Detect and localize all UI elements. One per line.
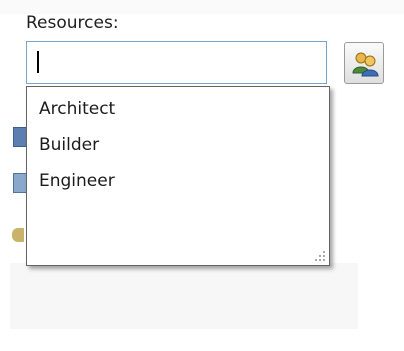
people-lookup-icon [352,52,379,77]
text-caret [37,51,39,73]
background-panel [10,263,358,329]
resources-label: Resources: [26,13,119,33]
resources-panel: Resources: Architect Builder Engineer [0,0,404,351]
person-icon [12,228,24,242]
resize-grip-icon[interactable] [312,248,326,262]
calendar-icon [13,173,27,193]
calendar-icon [13,127,27,147]
dropdown-option-builder[interactable]: Builder [39,134,99,156]
dropdown-option-engineer[interactable]: Engineer [39,170,115,192]
resources-input[interactable] [26,41,327,84]
dropdown-option-architect[interactable]: Architect [39,98,115,120]
resource-lookup-button[interactable] [344,42,384,84]
resources-dropdown: Architect Builder Engineer [26,86,330,266]
